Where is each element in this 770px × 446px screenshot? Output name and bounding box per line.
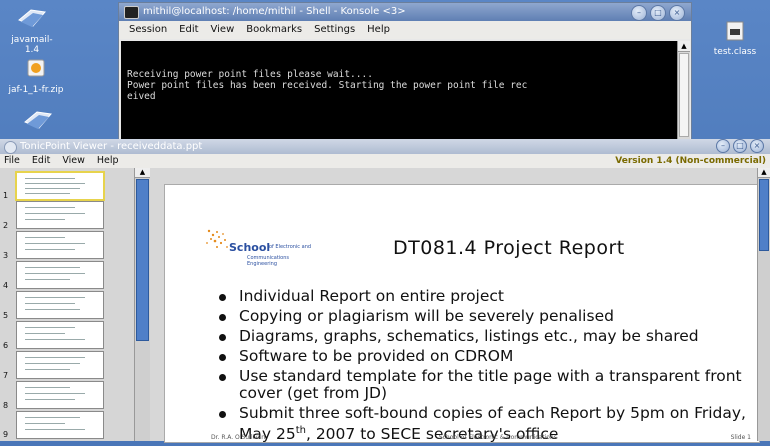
slide-thumbnail[interactable] <box>16 231 104 259</box>
terminal-icon <box>124 6 139 19</box>
maximize-button[interactable]: □ <box>733 139 747 153</box>
slide: School of Electronic and Communications … <box>164 184 760 443</box>
logo-subtext: of Electronic and <box>269 244 312 250</box>
konsole-titlebar[interactable]: mithil@localhost: /home/mithil - Shell -… <box>119 3 691 21</box>
slide-thumbnail[interactable] <box>16 411 104 439</box>
bullet-item: Copying or plagiarism will be severely p… <box>217 308 747 325</box>
thumbnail-number: 2 <box>3 221 9 230</box>
konsole-window: mithil@localhost: /home/mithil - Shell -… <box>118 2 692 142</box>
viewer-title: TonicPoint Viewer - receiveddata.ppt <box>20 141 203 152</box>
slide-canvas: School of Electronic and Communications … <box>150 168 760 443</box>
slide-footer: Dr. R.A. O'Sullivan School of Electronic… <box>211 434 751 441</box>
menu-bookmarks[interactable]: Bookmarks <box>246 21 302 39</box>
menu-help[interactable]: Help <box>367 21 390 39</box>
slide-title: DT081.4 Project Report <box>393 237 625 259</box>
desktop-icon-test-class[interactable]: test.class <box>703 20 767 57</box>
menu-edit[interactable]: Edit <box>32 154 50 168</box>
footer-author: Dr. R.A. O'Sullivan <box>211 434 266 441</box>
app-icon <box>4 141 17 154</box>
thumbnail-number: 7 <box>3 371 9 380</box>
slide-scrollbar[interactable]: ▲ <box>757 168 770 441</box>
school-logo: School of Electronic and Communications … <box>206 229 319 269</box>
terminal-scrollbar[interactable]: ▲ <box>677 41 690 139</box>
konsole-menubar: Session Edit View Bookmarks Settings Hel… <box>119 21 691 39</box>
document-icon <box>726 21 744 41</box>
bullet-item: Diagrams, graphs, schematics, listings e… <box>217 328 747 345</box>
logo-text: School <box>229 241 271 254</box>
maximize-button[interactable]: □ <box>650 5 666 21</box>
menu-view[interactable]: View <box>211 21 235 39</box>
scrollbar-thumb[interactable] <box>679 53 689 137</box>
terminal-output[interactable]: Receiving power point files please wait.… <box>121 41 677 139</box>
logo-subtext-2: Communications Engineering <box>247 255 290 267</box>
desktop-icon-javamail[interactable]: javamail-1.4 <box>8 6 56 55</box>
desktop-icon-label: jaf-1_1-fr.zip <box>8 85 64 95</box>
slide-thumbnail[interactable] <box>16 201 104 229</box>
thumbnail-number: 9 <box>3 430 9 439</box>
slide-thumbnail[interactable] <box>16 381 104 409</box>
slide-thumbnail[interactable] <box>15 171 105 201</box>
close-button[interactable]: × <box>669 5 685 21</box>
version-label: Version 1.4 (Non-commercial) <box>615 156 766 166</box>
thumbnail-number: 3 <box>3 251 9 260</box>
menu-settings[interactable]: Settings <box>314 21 355 39</box>
thumbnail-number: 8 <box>3 401 9 410</box>
slide-thumbnail[interactable] <box>16 351 104 379</box>
viewer-menubar: File Edit View Help Version 1.4 (Non-com… <box>0 154 770 169</box>
viewer-titlebar[interactable]: TonicPoint Viewer - receiveddata.ppt – □… <box>0 139 770 154</box>
menu-help[interactable]: Help <box>97 154 119 168</box>
minimize-button[interactable]: – <box>631 5 647 21</box>
folder-icon <box>24 111 52 129</box>
slide-thumbnail[interactable] <box>16 291 104 319</box>
thumbnail-number: 5 <box>3 311 9 320</box>
menu-edit[interactable]: Edit <box>179 21 198 39</box>
thumbnail-number: 6 <box>3 341 9 350</box>
scroll-up-icon[interactable]: ▲ <box>758 168 770 178</box>
minimize-button[interactable]: – <box>716 139 730 153</box>
bullet-item: Software to be provided on CDROM <box>217 348 747 365</box>
bullet-item: Individual Report on entire project <box>217 288 747 305</box>
thumbnail-number: 1 <box>3 191 9 200</box>
thumbnail-number: 4 <box>3 281 9 290</box>
menu-file[interactable]: File <box>4 154 20 168</box>
menu-view[interactable]: View <box>62 154 85 168</box>
konsole-title: mithil@localhost: /home/mithil - Shell -… <box>143 6 406 17</box>
desktop-icon-label: javamail-1.4 <box>11 35 53 55</box>
scroll-up-icon[interactable]: ▲ <box>135 168 150 178</box>
scroll-up-icon[interactable]: ▲ <box>678 41 690 52</box>
slide-thumbnail[interactable] <box>16 261 104 289</box>
scrollbar-thumb[interactable] <box>136 179 149 341</box>
zip-archive-icon <box>27 59 45 77</box>
desktop-icon-jaf-zip[interactable]: jaf-1_1-fr.zip <box>4 56 68 95</box>
slide-thumbnail-panel: 1 2 3 4 5 6 7 8 9 <box>0 168 134 441</box>
desktop-icon-label: test.class <box>713 47 757 57</box>
footer-school: School of Electronic & Communications <box>438 434 557 441</box>
close-button[interactable]: × <box>750 139 764 153</box>
footer-slide-number: Slide 1 <box>730 434 751 441</box>
tonicpoint-viewer-window: TonicPoint Viewer - receiveddata.ppt – □… <box>0 139 770 443</box>
scrollbar-thumb[interactable] <box>759 179 769 251</box>
desktop-icon-folder[interactable] <box>18 108 58 135</box>
thumbnail-scrollbar[interactable]: ▲ <box>134 168 150 441</box>
folder-icon <box>18 9 46 27</box>
menu-session[interactable]: Session <box>129 21 167 39</box>
slide-bullet-list: Individual Report on entire project Copy… <box>217 288 747 446</box>
bullet-item: Use standard template for the title page… <box>217 368 747 402</box>
slide-thumbnail[interactable] <box>16 321 104 349</box>
